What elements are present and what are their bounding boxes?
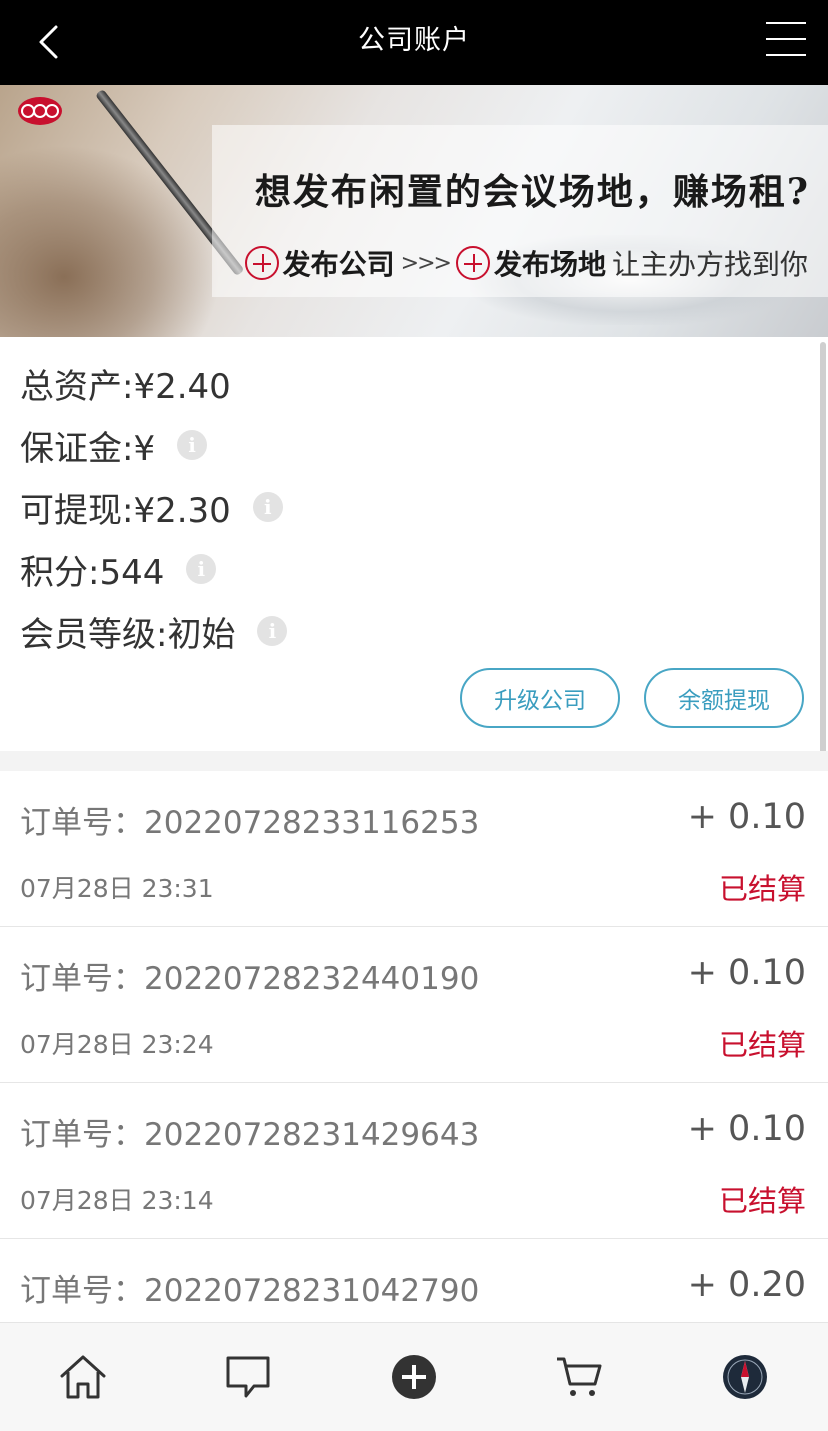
total-assets-row: 总资产:¥2.40 (20, 361, 231, 407)
banner-arrows: >>> (400, 250, 452, 276)
hamburger-menu-icon[interactable] (766, 20, 810, 60)
nav-messages[interactable] (188, 1323, 308, 1431)
order-number: 订单号：20220728231042790 (20, 1273, 480, 1309)
nav-add[interactable] (354, 1323, 474, 1431)
member-level-row: 会员等级:初始 i (20, 609, 288, 655)
deposit-text: 保证金:¥ (20, 428, 156, 469)
total-assets-text: 总资产:¥2.40 (20, 366, 231, 407)
promo-banner[interactable]: 想发布闲置的会议场地，赚场租? 发布公司 >>> 发布场地 让主办方找到你 (0, 85, 828, 337)
withdrawable-row: 可提现:¥2.30 i (20, 485, 283, 531)
banner-step-publish-venue: 发布场地 (493, 248, 606, 281)
banner-background-shape (0, 145, 220, 337)
page-title: 公司账户 (358, 25, 470, 56)
order-status: 已结算 (718, 872, 806, 906)
order-list: 订单号：20220728233116253 + 0.10 07月28日 23:3… (0, 771, 828, 1395)
banner-headline: 想发布闲置的会议场地，赚场租? (254, 171, 810, 213)
info-icon[interactable]: i (177, 430, 208, 460)
nav-home[interactable] (23, 1323, 143, 1431)
bottom-navigation (0, 1322, 828, 1431)
cart-icon (557, 1357, 602, 1396)
order-time: 07月28日 23:24 (20, 1030, 214, 1059)
brand-logo-icon (18, 97, 62, 125)
top-header: 公司账户 (0, 0, 828, 85)
points-row: 积分:544 i (20, 547, 217, 593)
nav-profile[interactable] (685, 1323, 805, 1431)
banner-tail-text: 让主办方找到你 (611, 248, 808, 281)
order-amount: + 0.10 (687, 797, 806, 837)
message-icon (226, 1356, 270, 1398)
order-amount: + 0.10 (687, 953, 806, 993)
order-number: 订单号：20220728231429643 (20, 1117, 480, 1153)
plus-circle-icon (244, 246, 279, 280)
info-icon[interactable]: i (257, 616, 288, 646)
order-status: 已结算 (718, 1028, 806, 1062)
withdrawable-text: 可提现:¥2.30 (20, 490, 231, 531)
section-divider (0, 751, 828, 771)
banner-step-publish-company: 发布公司 (282, 248, 395, 281)
withdraw-balance-button[interactable]: 余额提现 (644, 668, 804, 728)
order-number: 订单号：20220728233116253 (20, 805, 480, 841)
info-icon[interactable]: i (252, 492, 283, 522)
order-status: 已结算 (718, 1184, 806, 1218)
add-circle-icon (392, 1355, 436, 1399)
order-time: 07月28日 23:31 (20, 874, 214, 903)
deposit-row: 保证金:¥ i (20, 423, 208, 469)
list-item[interactable]: 订单号：20220728232440190 + 0.10 07月28日 23:2… (0, 927, 828, 1083)
account-summary: 总资产:¥2.40 保证金:¥ i 可提现:¥2.30 i 积分:544 i 会… (0, 337, 828, 751)
order-time: 07月28日 23:14 (20, 1186, 214, 1215)
list-item[interactable]: 订单号：20220728233116253 + 0.10 07月28日 23:3… (0, 771, 828, 927)
compass-avatar-icon (723, 1355, 767, 1399)
nav-cart[interactable] (519, 1323, 639, 1431)
list-item[interactable]: 订单号：20220728231429643 + 0.10 07月28日 23:1… (0, 1083, 828, 1239)
home-icon (60, 1355, 106, 1399)
info-icon[interactable]: i (186, 554, 217, 584)
order-amount: + 0.10 (687, 1109, 806, 1149)
banner-steps: 发布公司 >>> 发布场地 让主办方找到你 (244, 243, 808, 283)
order-number: 订单号：20220728232440190 (20, 961, 480, 997)
points-text: 积分:544 (20, 552, 165, 593)
plus-circle-icon (455, 246, 490, 280)
upgrade-company-button[interactable]: 升级公司 (460, 668, 620, 728)
order-amount: + 0.20 (687, 1265, 806, 1305)
member-level-text: 会员等级:初始 (20, 614, 236, 655)
